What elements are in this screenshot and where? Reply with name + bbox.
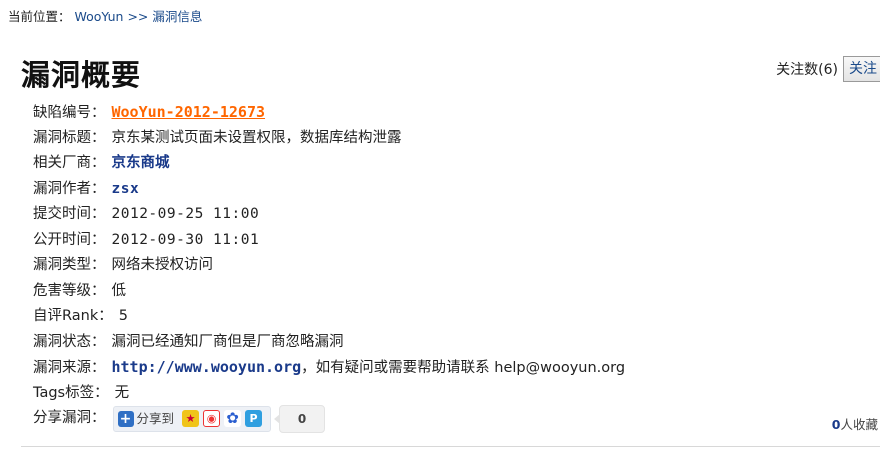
field-label: 自评Rank：: [33, 308, 113, 324]
breadcrumb-prefix: 当前位置：: [8, 9, 71, 24]
field-vendor: 相关厂商： 京东商城: [33, 151, 625, 177]
tags-value: 无: [114, 384, 130, 401]
field-label: 漏洞类型：: [33, 257, 106, 273]
vuln-info: 缺陷编号： WooYun-2012-12673 漏洞标题： 京东某测试页面未设置权限…: [33, 100, 625, 433]
breadcrumb-separator: >>: [127, 9, 149, 24]
collect-suffix: 人收藏: [840, 417, 878, 432]
field-rank: 自评Rank： 5: [33, 304, 625, 330]
field-label: Tags标签：: [33, 384, 109, 401]
breadcrumb-home-link[interactable]: WooYun: [75, 9, 124, 24]
follow-button[interactable]: 关注: [843, 56, 880, 82]
field-tags: Tags标签： 无: [33, 381, 625, 407]
weibo-icon[interactable]: ◉: [203, 410, 221, 428]
share-to-button[interactable]: 分享到: [137, 406, 175, 432]
baidu-icon[interactable]: ✿: [224, 410, 242, 428]
follow-count: 关注数(6): [776, 62, 838, 78]
divider: [21, 446, 880, 447]
field-public-time: 公开时间： 2012-09-30 11:01: [33, 228, 625, 254]
qq-icon[interactable]: P: [245, 410, 263, 428]
author-link[interactable]: zsx: [112, 181, 140, 197]
field-label: 提交时间：: [33, 206, 106, 222]
share-widget: + 分享到 ★ ◉ ✿ P: [112, 405, 272, 432]
field-submit-time: 提交时间： 2012-09-25 11:00: [33, 202, 625, 228]
field-label: 漏洞状态：: [33, 333, 106, 350]
share-plus-icon[interactable]: +: [117, 410, 134, 427]
field-label: 漏洞来源：: [33, 360, 106, 376]
vuln-title: 京东某测试页面未设置权限，数据库结构泄露: [111, 129, 402, 146]
field-label: 缺陷编号：: [33, 105, 106, 121]
field-label: 公开时间：: [33, 231, 106, 248]
field-level: 危害等级： 低: [33, 279, 625, 305]
field-status: 漏洞状态： 漏洞已经通知厂商但是厂商忽略漏洞: [33, 330, 625, 356]
field-id: 缺陷编号： WooYun-2012-12673: [33, 100, 625, 126]
source-note: ，如有疑问或需要帮助请联系 help@wooyun.org: [301, 360, 626, 376]
vuln-status: 漏洞已经通知厂商但是厂商忽略漏洞: [111, 333, 344, 350]
public-time: 2012-09-30 11:01: [111, 231, 260, 248]
breadcrumb: 当前位置： WooYun >> 漏洞信息: [8, 6, 202, 25]
field-source: 漏洞来源： http://www.wooyun.org，如有疑问或需要帮助请联系 …: [33, 355, 625, 381]
field-label: 漏洞标题：: [33, 129, 106, 146]
collect-count: 0人收藏: [832, 414, 878, 433]
vuln-level: 低: [111, 282, 127, 299]
vendor-link[interactable]: 京东商城: [112, 155, 170, 171]
field-author: 漏洞作者： zsx: [33, 177, 625, 203]
field-type: 漏洞类型： 网络未授权访问: [33, 253, 625, 279]
share-count: 0: [274, 404, 326, 433]
follow-area: 关注数(6) 关注: [776, 56, 880, 82]
vuln-rank: 5: [118, 308, 128, 324]
vuln-type: 网络未授权访问: [111, 257, 214, 273]
field-title: 漏洞标题： 京东某测试页面未设置权限，数据库结构泄露: [33, 126, 625, 152]
field-label: 分享漏洞：: [33, 410, 106, 426]
field-label: 危害等级：: [33, 282, 106, 299]
breadcrumb-current-link[interactable]: 漏洞信息: [152, 9, 202, 24]
field-label: 漏洞作者：: [33, 180, 106, 197]
qzone-icon[interactable]: ★: [182, 410, 200, 428]
field-share: 分享漏洞： + 分享到 ★ ◉ ✿ P 0: [33, 404, 625, 433]
page-title: 漏洞概要: [21, 58, 142, 92]
submit-time: 2012-09-25 11:00: [111, 206, 260, 222]
source-link[interactable]: http://www.wooyun.org: [112, 358, 302, 376]
field-label: 相关厂商：: [33, 155, 106, 171]
vuln-id-link[interactable]: WooYun-2012-12673: [112, 103, 266, 121]
